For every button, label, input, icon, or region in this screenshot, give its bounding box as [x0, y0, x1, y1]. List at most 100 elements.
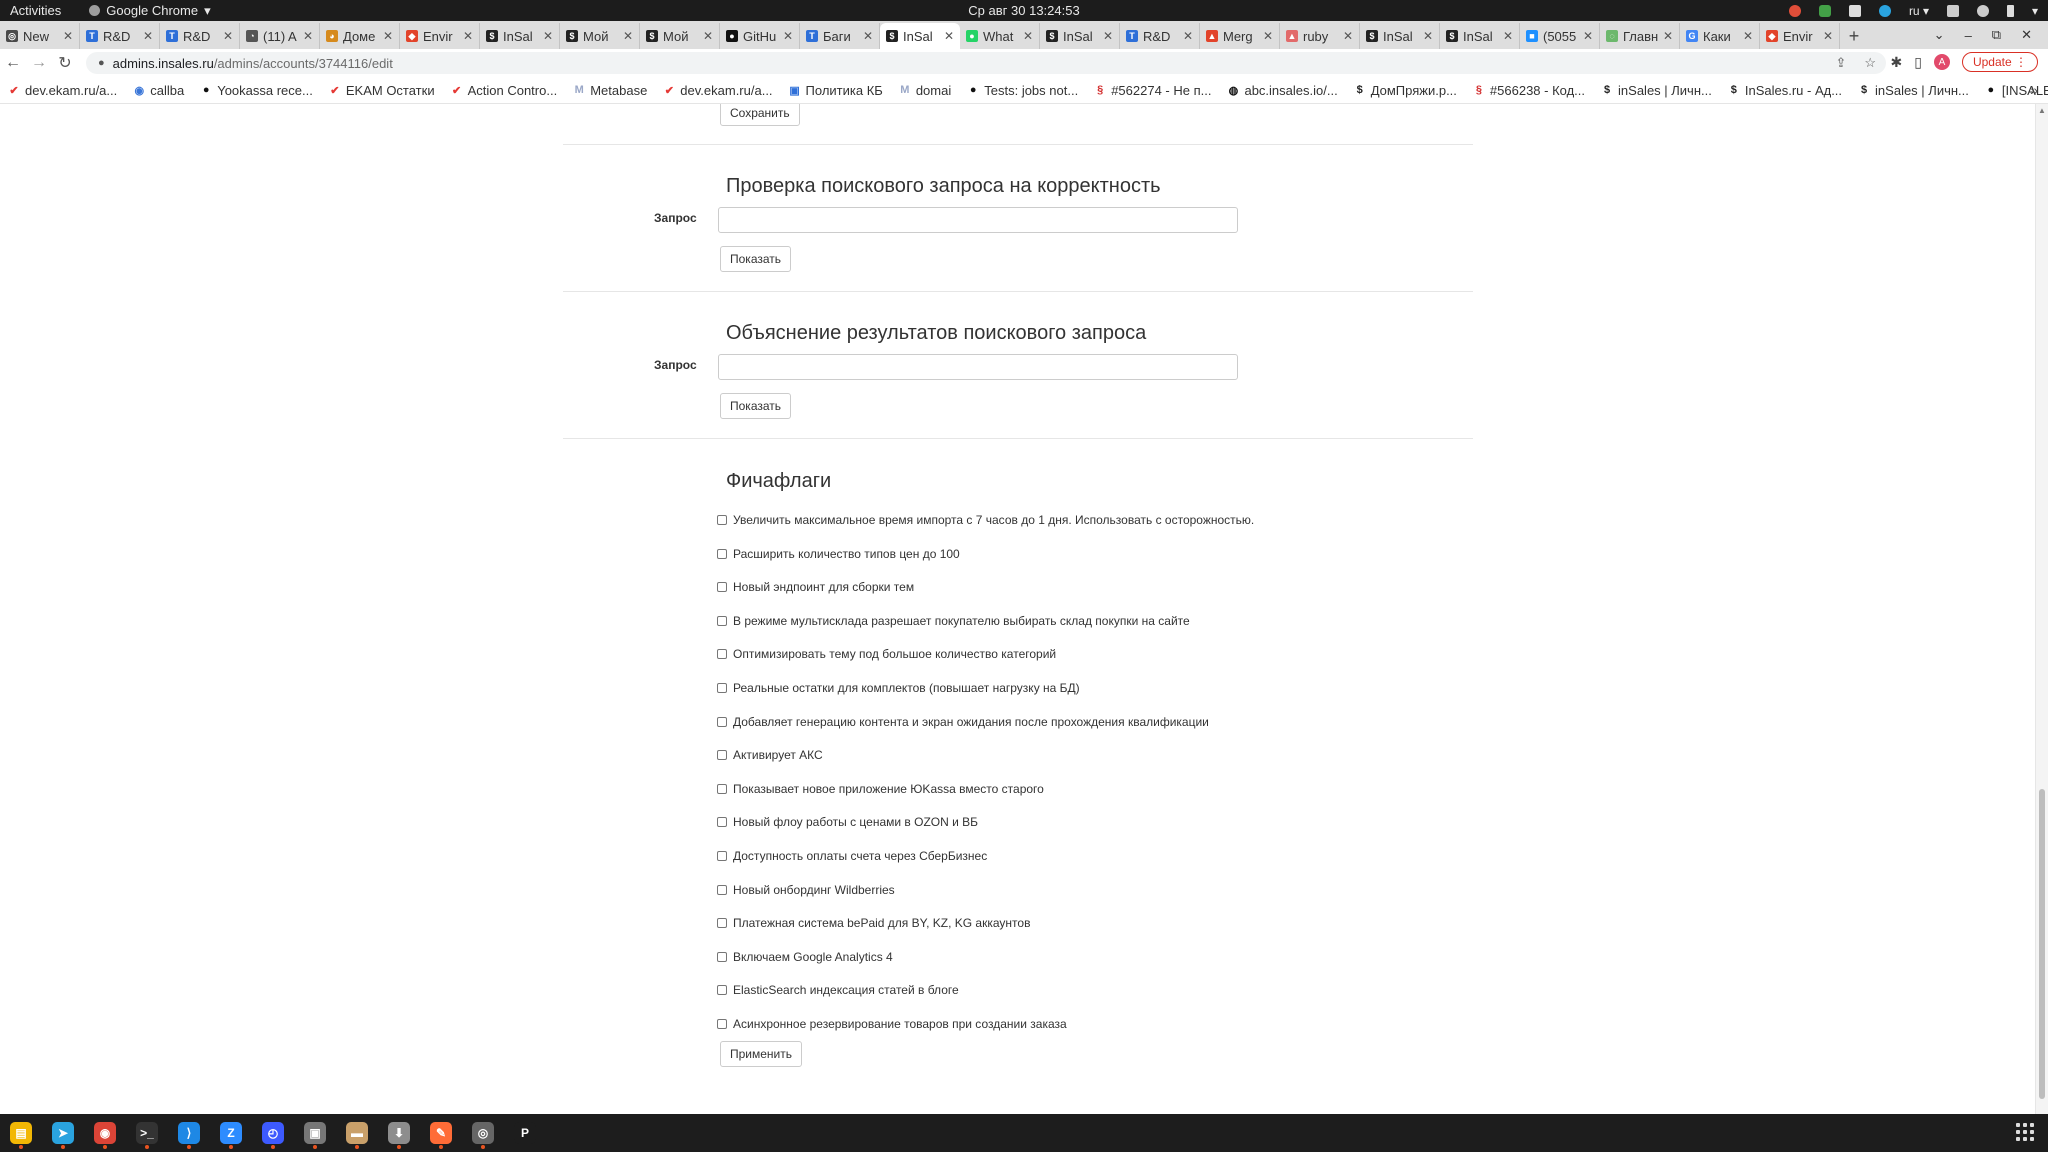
feature-flag-checkbox[interactable]	[717, 918, 727, 929]
feature-flag-item[interactable]: Новый онбординг Wildberries	[717, 883, 895, 897]
feature-flag-checkbox[interactable]	[717, 615, 727, 626]
bookmark-star-icon[interactable]: ☆	[1864, 55, 1876, 71]
minimize-icon[interactable]: –	[1965, 28, 1972, 43]
close-tab-icon[interactable]: ✕	[623, 29, 633, 43]
tab[interactable]: ▲ Merg ✕	[1200, 23, 1280, 49]
lock-icon[interactable]: ●	[98, 57, 105, 69]
feature-flag-item[interactable]: Новый флоу работы с ценами в OZON и ВБ	[717, 815, 978, 829]
close-tab-icon[interactable]: ✕	[783, 29, 793, 43]
feature-flag-checkbox[interactable]	[717, 649, 727, 660]
feature-flag-item[interactable]: Показывает новое приложение ЮKassa вмест…	[717, 782, 1044, 796]
feature-flag-item[interactable]: Добавляет генерацию контента и экран ожи…	[717, 715, 1209, 729]
side-panel-icon[interactable]: ▯	[1914, 54, 1922, 71]
feature-flag-checkbox[interactable]	[717, 817, 727, 828]
address-bar[interactable]: ● admins.insales.ru /admins/accounts/374…	[86, 52, 1886, 74]
bookmark-item[interactable]: $ inSales | Личн...	[1593, 83, 1720, 98]
feature-flag-item[interactable]: ElasticSearch индексация статей в блоге	[717, 983, 959, 997]
system-clock[interactable]: Ср авг 30 13:24:53	[968, 3, 1079, 18]
restore-icon[interactable]: ⧉	[1992, 27, 2001, 43]
bookmark-item[interactable]: ✔ EKAM Остатки	[321, 83, 443, 98]
reload-button[interactable]: ↻	[52, 50, 78, 76]
close-tab-icon[interactable]: ✕	[1103, 29, 1113, 43]
dock-archive-icon[interactable]: ⬇	[378, 1114, 420, 1152]
tab[interactable]: ● What ✕	[960, 23, 1040, 49]
tab[interactable]: ◕ Доме ✕	[320, 23, 400, 49]
tab[interactable]: $ InSal ✕	[1040, 23, 1120, 49]
close-tab-icon[interactable]: ✕	[223, 29, 233, 43]
dock-terminal-icon[interactable]: >_	[126, 1114, 168, 1152]
tab[interactable]: T Баги ✕	[800, 23, 880, 49]
tab[interactable]: ◌ Главн ✕	[1600, 23, 1680, 49]
tray-square-icon[interactable]	[1848, 4, 1861, 17]
close-tab-icon[interactable]: ✕	[1503, 29, 1513, 43]
bookmark-item[interactable]: $ InSales.ru - Ад...	[1720, 83, 1850, 98]
tab[interactable]: ▲ ruby ✕	[1280, 23, 1360, 49]
scrollbar-thumb[interactable]	[2039, 789, 2045, 1099]
bookmark-item[interactable]: § #562274 - Не п...	[1086, 83, 1219, 98]
network-icon[interactable]	[1946, 4, 1959, 17]
feature-flag-checkbox[interactable]	[717, 985, 727, 996]
save-button[interactable]: Сохранить	[720, 104, 800, 126]
feature-flag-checkbox[interactable]	[717, 951, 727, 962]
feature-flag-checkbox[interactable]	[717, 750, 727, 761]
share-icon[interactable]: ⇪	[1835, 55, 1846, 71]
feature-flag-item[interactable]: Платежная система bePaid для BY, KZ, KG …	[717, 916, 1030, 930]
feature-flag-item[interactable]: Реальные остатки для комплектов (повышае…	[717, 681, 1080, 695]
chevron-down-icon[interactable]: ▾	[2032, 4, 2038, 18]
bookmark-item[interactable]: ◉ callba	[125, 83, 192, 98]
telegram-tray-icon[interactable]	[1878, 4, 1891, 17]
feature-flag-item[interactable]: Оптимизировать тему под большое количест…	[717, 647, 1056, 661]
page-scrollbar[interactable]: ▲	[2035, 104, 2048, 1114]
feature-flag-checkbox[interactable]	[717, 884, 727, 895]
shield-icon[interactable]	[1818, 4, 1831, 17]
dock-folder-icon[interactable]: ▬	[336, 1114, 378, 1152]
feature-flag-checkbox[interactable]	[717, 548, 727, 559]
dock-chrome-icon[interactable]: ◉	[84, 1114, 126, 1152]
bookmark-item[interactable]: ◍ abc.insales.io/...	[1219, 83, 1345, 98]
dock-vscode-icon[interactable]: ⟩	[168, 1114, 210, 1152]
close-tab-icon[interactable]: ✕	[1183, 29, 1193, 43]
dock-p-app-icon[interactable]: P	[504, 1114, 546, 1152]
bookmark-item[interactable]: $ ДомПряжи.р...	[1346, 83, 1465, 98]
bookmark-item[interactable]: $ inSales | Личн...	[1850, 83, 1977, 98]
update-button[interactable]: Update ⋮	[1961, 52, 2038, 72]
search-check-show-button[interactable]: Показать	[720, 246, 792, 272]
tab[interactable]: ◔ (11) A ✕	[240, 23, 320, 49]
bookmarks-overflow-icon[interactable]: »	[2030, 82, 2038, 98]
volume-icon[interactable]	[1976, 4, 1989, 17]
close-tab-icon[interactable]: ✕	[143, 29, 153, 43]
search-explain-input[interactable]	[718, 354, 1238, 380]
tab-active[interactable]: $ InSal ✕	[880, 23, 960, 49]
language-indicator[interactable]: ru ▾	[1909, 4, 1929, 18]
search-explain-show-button[interactable]: Показать	[720, 393, 792, 419]
bookmark-item[interactable]: ✔ dev.ekam.ru/a...	[0, 83, 125, 98]
bookmark-item[interactable]: ▣ Политика КБ	[781, 83, 891, 98]
bookmark-item[interactable]: § #566238 - Код...	[1465, 83, 1593, 98]
close-tab-icon[interactable]: ✕	[1423, 29, 1433, 43]
close-tab-icon[interactable]: ✕	[944, 29, 954, 43]
tab[interactable]: ◎ New ✕	[0, 23, 80, 49]
dock-files-yellow-icon[interactable]: ▤	[0, 1114, 42, 1152]
close-tab-icon[interactable]: ✕	[1823, 29, 1833, 43]
scroll-up-icon[interactable]: ▲	[2038, 106, 2046, 115]
feature-flag-item[interactable]: Доступность оплаты счета через СберБизне…	[717, 849, 987, 863]
tab[interactable]: $ InSal ✕	[1360, 23, 1440, 49]
close-tab-icon[interactable]: ✕	[543, 29, 553, 43]
close-tab-icon[interactable]: ✕	[1663, 29, 1673, 43]
dock-postman-icon[interactable]: ✎	[420, 1114, 462, 1152]
new-tab-button[interactable]: +	[1840, 23, 1868, 49]
tab[interactable]: G Каки ✕	[1680, 23, 1760, 49]
tab[interactable]: ◆ Envir ✕	[1760, 23, 1840, 49]
tab[interactable]: T R&D ✕	[80, 23, 160, 49]
system-tray[interactable]: ru ▾ ▾	[1788, 0, 2038, 21]
feature-flag-checkbox[interactable]	[717, 1019, 727, 1029]
tab[interactable]: ● GitHu ✕	[720, 23, 800, 49]
bookmark-item[interactable]: ● Tests: jobs not...	[959, 83, 1086, 98]
dock-telegram-icon[interactable]: ➤	[42, 1114, 84, 1152]
bookmark-item[interactable]: Mdomai	[891, 83, 959, 98]
bookmark-item[interactable]: ✔ Action Contro...	[443, 83, 566, 98]
tab[interactable]: ◆ Envir ✕	[400, 23, 480, 49]
dock-clock-app-icon[interactable]: ◴	[252, 1114, 294, 1152]
apply-flags-button[interactable]: Применить	[720, 1041, 803, 1067]
close-tab-icon[interactable]: ✕	[863, 29, 873, 43]
